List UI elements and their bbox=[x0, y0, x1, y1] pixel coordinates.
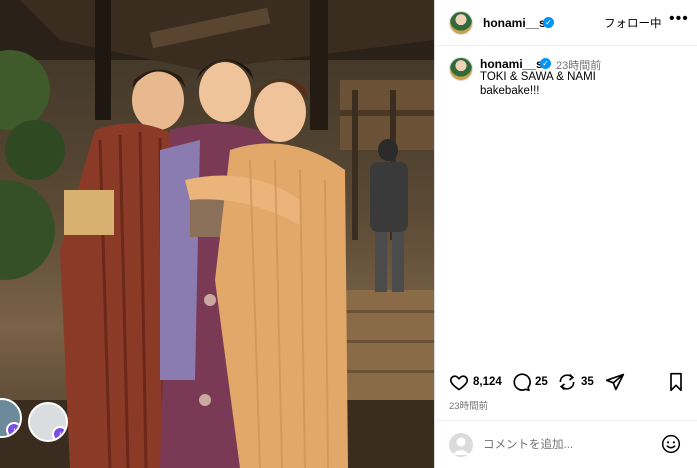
verified-badge-icon: ✓ bbox=[540, 58, 551, 69]
post-detail-panel: honami__s ✓ フォロー中 ••• honami__s ✓ 23時間前 … bbox=[434, 0, 697, 468]
heart-icon bbox=[449, 375, 469, 391]
save-action[interactable] bbox=[667, 372, 685, 392]
like-action[interactable]: 8,124 bbox=[449, 372, 502, 392]
action-bar: 8,124 25 35 bbox=[435, 368, 697, 396]
repost-count[interactable]: 35 bbox=[581, 376, 594, 388]
repost-icon bbox=[559, 373, 575, 391]
caption-text: TOKI & SAWA & NAMI bakebake!!! bbox=[480, 70, 680, 98]
like-count[interactable]: 8,124 bbox=[473, 376, 502, 388]
bookmark-icon bbox=[670, 372, 682, 392]
send-icon bbox=[605, 373, 625, 391]
repost-action[interactable]: 35 bbox=[557, 372, 594, 392]
caption-author-avatar[interactable] bbox=[449, 57, 473, 81]
post-photo[interactable]: ♪ ♪ bbox=[0, 0, 434, 468]
comment-count[interactable]: 25 bbox=[535, 376, 548, 388]
comment-bar bbox=[435, 420, 697, 468]
caption-line-2: bakebake!!! bbox=[480, 85, 540, 97]
music-note-icon: ♪ bbox=[6, 422, 20, 436]
author-avatar[interactable] bbox=[449, 11, 473, 35]
following-button[interactable]: フォロー中 bbox=[604, 15, 662, 31]
music-note-icon: ♪ bbox=[52, 426, 66, 440]
caption-line-1: TOKI & SAWA & NAMI bbox=[480, 71, 596, 83]
default-user-icon bbox=[452, 437, 470, 455]
share-action[interactable] bbox=[605, 372, 625, 392]
author-username[interactable]: honami__s bbox=[483, 16, 546, 30]
caption-username[interactable]: honami__s bbox=[480, 57, 543, 71]
verified-badge-icon: ✓ bbox=[543, 17, 554, 28]
comment-input[interactable] bbox=[483, 435, 643, 455]
current-user-avatar bbox=[449, 433, 473, 457]
more-horizontal-icon[interactable]: ••• bbox=[669, 11, 689, 27]
post-header: honami__s ✓ フォロー中 ••• bbox=[435, 0, 697, 46]
post-timestamp[interactable]: 23時間前 bbox=[449, 398, 488, 412]
story-thumbnail-2[interactable]: ♪ bbox=[28, 402, 68, 442]
photo-illustration bbox=[0, 0, 434, 468]
comment-action[interactable]: 25 bbox=[511, 372, 548, 392]
comment-bubble-icon bbox=[513, 373, 531, 392]
smiley-icon[interactable] bbox=[661, 434, 681, 454]
